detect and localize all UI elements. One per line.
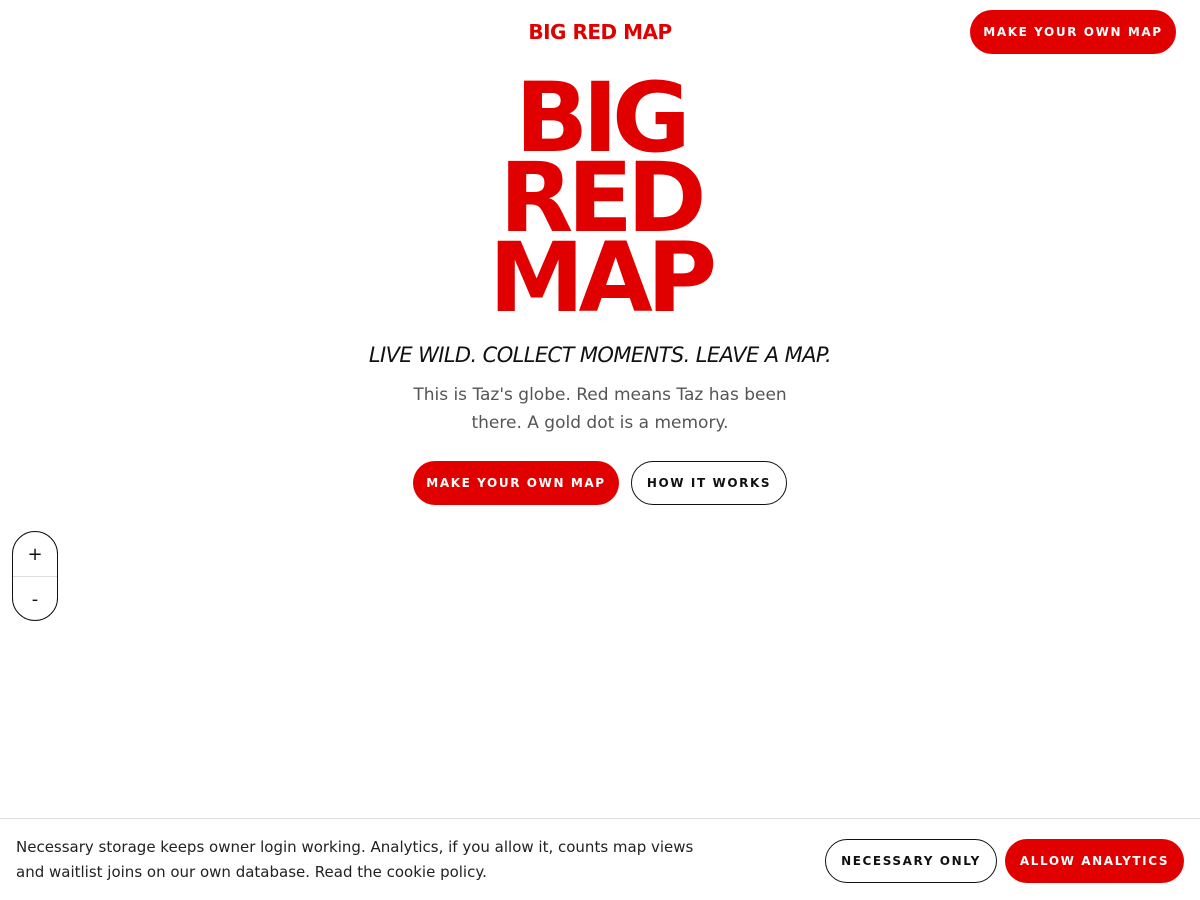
zoom-in-button[interactable]: + <box>13 532 57 576</box>
make-your-own-map-button-header[interactable]: MAKE YOUR OWN MAP <box>970 10 1176 54</box>
hero-tagline: LIVE WILD. COLLECT MOMENTS. LEAVE A MAP. <box>368 343 832 367</box>
hero-title: BIG RED MAP <box>0 70 1200 334</box>
allow-analytics-button[interactable]: ALLOW ANALYTICS <box>1005 839 1184 883</box>
make-your-own-map-button[interactable]: MAKE YOUR OWN MAP <box>413 461 619 505</box>
how-it-works-button[interactable]: HOW IT WORKS <box>631 461 787 505</box>
hero-intro: This is Taz's globe. Red means Taz has b… <box>413 385 787 433</box>
zoom-control: + - <box>12 531 58 621</box>
page: BIG RED MAP MAKE YOUR OWN MAP BIG RED MA… <box>0 0 1200 900</box>
necessary-only-button[interactable]: NECESSARY ONLY <box>825 839 997 883</box>
cookie-banner: Necessary storage keeps owner login work… <box>0 818 1200 900</box>
cookie-banner-text: Necessary storage keeps owner login work… <box>16 838 694 881</box>
hero-title-line: MAP <box>488 222 717 334</box>
zoom-out-button[interactable]: - <box>13 577 57 620</box>
